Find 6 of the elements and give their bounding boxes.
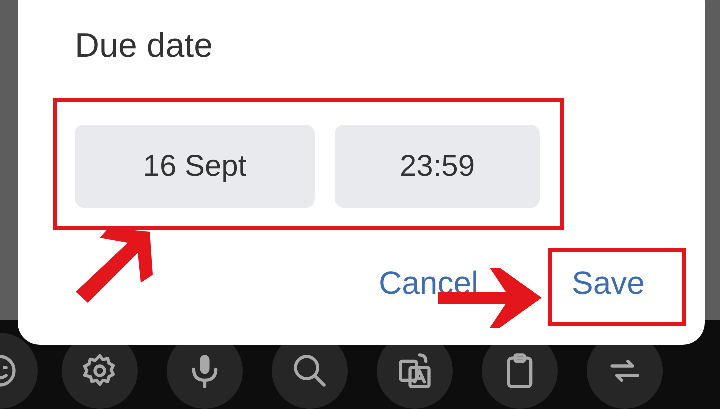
time-field[interactable]: 23:59 bbox=[335, 125, 540, 208]
save-button[interactable]: Save bbox=[566, 263, 651, 305]
search-icon bbox=[291, 352, 329, 390]
date-field[interactable]: 16 Sept bbox=[75, 125, 315, 208]
dialog-title: Due date bbox=[75, 26, 213, 67]
translate-icon bbox=[396, 352, 434, 390]
